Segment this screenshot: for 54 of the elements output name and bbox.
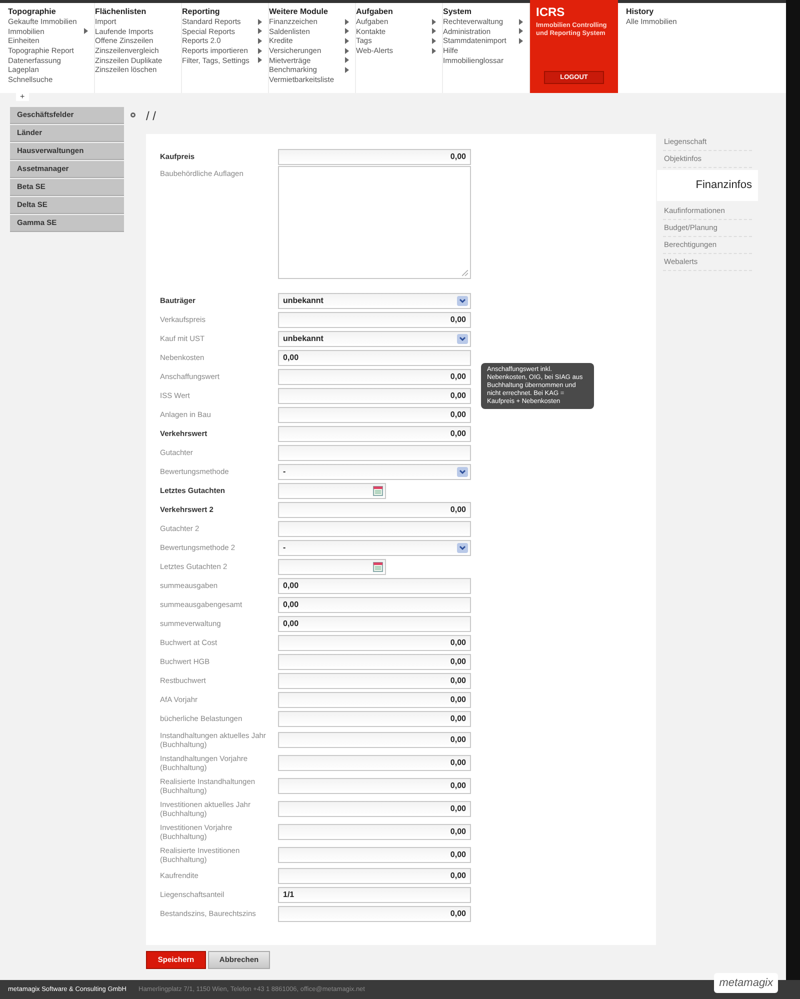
text-field[interactable]: 1/1 xyxy=(278,886,471,902)
text-field[interactable]: 0,00 xyxy=(278,616,471,632)
dropdown[interactable]: unbekannt xyxy=(278,292,471,308)
menu-heading[interactable]: Weitere Module xyxy=(269,7,349,17)
dropdown-arrow-icon xyxy=(457,296,468,306)
textarea[interactable] xyxy=(278,166,471,279)
text-field[interactable]: 0,00 xyxy=(278,578,471,594)
number-field[interactable]: 0,00 xyxy=(278,710,471,726)
text-field[interactable] xyxy=(278,520,471,536)
number-field[interactable]: 0,00 xyxy=(278,906,471,922)
menu-heading[interactable]: System xyxy=(443,7,523,17)
menu-heading[interactable]: Flächenlisten xyxy=(95,7,175,17)
dropdown[interactable]: - xyxy=(278,540,471,556)
brand-title: ICRS xyxy=(536,6,566,19)
dropdown[interactable]: - xyxy=(278,464,471,480)
side-tab[interactable]: Finanzinfos xyxy=(657,170,758,201)
dropdown-arrow-icon xyxy=(457,334,468,344)
text-field[interactable] xyxy=(278,444,471,460)
number-field[interactable]: 0,00 xyxy=(278,654,471,670)
number-field[interactable]: 0,00 xyxy=(278,732,471,748)
calendar-icon[interactable] xyxy=(373,562,383,572)
menu-heading[interactable]: History xyxy=(626,7,677,17)
number-field[interactable]: 0,00 xyxy=(278,824,471,840)
dropdown[interactable]: unbekannt xyxy=(278,330,471,346)
number-field[interactable]: 0,00 xyxy=(278,148,471,164)
date-field[interactable] xyxy=(278,558,386,574)
logo: metamagix xyxy=(714,973,778,993)
menu-heading[interactable]: Topographie xyxy=(8,7,88,17)
text-field[interactable]: 0,00 xyxy=(278,596,471,612)
collapse-toggle[interactable]: + xyxy=(16,93,29,101)
number-field[interactable]: 0,00 xyxy=(278,672,471,688)
number-field[interactable]: 0,00 xyxy=(278,692,471,708)
number-field[interactable]: 0,00 xyxy=(278,502,471,518)
menu-heading[interactable]: Reporting xyxy=(182,7,262,17)
text-field[interactable]: 0,00 xyxy=(278,350,471,366)
number-field[interactable]: 0,00 xyxy=(278,388,471,404)
date-field[interactable] xyxy=(278,482,386,498)
number-field[interactable]: 0,00 xyxy=(278,754,471,770)
dropdown-arrow-icon xyxy=(457,542,468,552)
number-field[interactable]: 0,00 xyxy=(278,868,471,884)
number-field[interactable]: 0,00 xyxy=(278,406,471,422)
menu-heading[interactable]: Aufgaben xyxy=(356,7,436,17)
number-field[interactable]: 0,00 xyxy=(278,312,471,328)
number-field[interactable]: 0,00 xyxy=(278,846,471,862)
number-field[interactable]: 0,00 xyxy=(278,634,471,650)
calendar-icon[interactable] xyxy=(373,486,383,496)
number-field[interactable]: 0,00 xyxy=(278,426,471,442)
dropdown-arrow-icon xyxy=(457,466,468,476)
arrow-icon xyxy=(84,28,88,34)
number-field[interactable]: 0,00 xyxy=(278,800,471,816)
number-field[interactable]: 0,00 xyxy=(278,778,471,794)
number-field[interactable]: 0,00 xyxy=(278,368,471,384)
page-title: / / xyxy=(146,108,158,125)
resize-grip-icon xyxy=(462,270,468,276)
